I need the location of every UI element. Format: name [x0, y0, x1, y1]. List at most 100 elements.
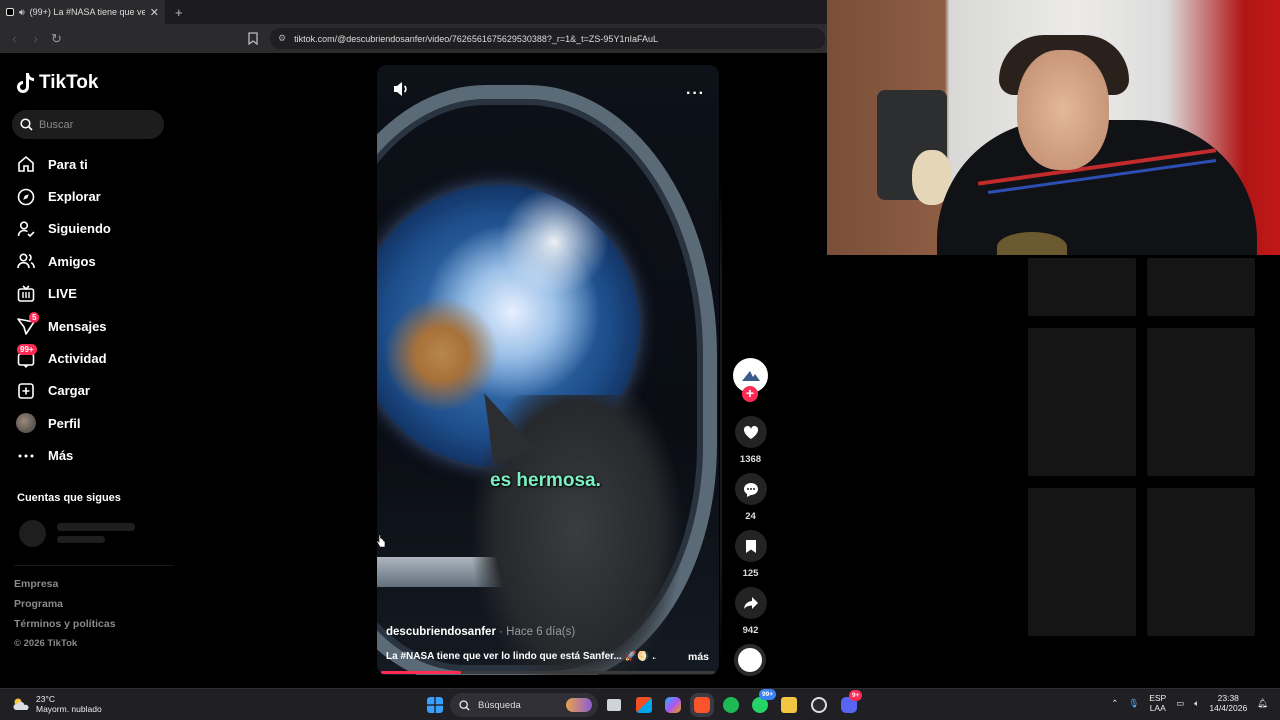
close-tab-icon[interactable]: ✕	[150, 6, 159, 19]
brave-browser-icon[interactable]	[694, 697, 710, 713]
grid-skeleton-cell	[1147, 258, 1255, 316]
live-icon	[17, 285, 35, 302]
comment-count: 24	[745, 511, 756, 522]
share-count: 942	[742, 625, 759, 636]
author-name[interactable]: descubriendosanfer	[386, 626, 496, 638]
spotify-icon[interactable]	[723, 697, 739, 713]
like-action[interactable]: 1368	[733, 416, 768, 465]
video-player[interactable]: ··· es hermosa. descubriendosanfer · Hac…	[377, 65, 719, 675]
weather-widget[interactable]: 23°C Mayorm. nublado	[12, 694, 102, 714]
share-action[interactable]: 942	[733, 587, 768, 636]
save-action[interactable]: 125	[733, 530, 768, 579]
weather-description: Mayorm. nublado	[36, 704, 102, 714]
clock-date: 14/4/2026	[1209, 703, 1248, 713]
browser-tab[interactable]: 🔊︎ (99+) La #NASA tiene que ver lo lindo…	[0, 0, 165, 24]
like-button[interactable]	[734, 416, 767, 448]
task-view-icon[interactable]	[607, 699, 621, 711]
creator-logo-icon	[741, 370, 760, 381]
search-input[interactable]	[39, 118, 159, 131]
footer-link-company[interactable]: Empresa	[14, 577, 116, 597]
search-box[interactable]	[12, 110, 164, 139]
sidebar-item-label: Cargar	[48, 383, 90, 399]
friends-icon	[17, 253, 35, 269]
sidebar-item-label: Perfil	[48, 415, 81, 431]
share-button[interactable]	[734, 587, 767, 619]
account-skeleton-line	[57, 536, 105, 543]
sidebar-item-mensajes[interactable]: 5 Mensajes	[16, 310, 176, 342]
comment-button[interactable]	[734, 473, 767, 505]
grid-skeleton-cell	[1147, 488, 1255, 636]
hand-cursor-icon	[376, 534, 386, 548]
sidebar-nav: Para ti Explorar Siguiendo Amigos LIVE 5…	[16, 148, 176, 472]
microphone-icon[interactable]: 🎙︎	[1128, 698, 1139, 709]
windows-start-icon[interactable]	[427, 697, 443, 713]
post-time: · Hace 6 día(s)	[499, 626, 576, 638]
tiktok-logo[interactable]: TikTok	[17, 72, 98, 94]
copilot-icon[interactable]	[665, 697, 681, 713]
webcam-face	[1017, 50, 1109, 170]
volume-icon[interactable]	[391, 79, 411, 99]
save-button[interactable]	[734, 530, 767, 562]
site-info-icon[interactable]: ⚙︎	[278, 33, 286, 44]
discord-icon[interactable]: 9+	[841, 690, 863, 713]
tab-title: (99+) La #NASA tiene que ver lo lindo	[29, 7, 145, 17]
tiktok-favicon-icon	[6, 8, 14, 16]
avatar	[16, 413, 36, 434]
video-progress-bar[interactable]	[381, 671, 715, 674]
bookmark-icon[interactable]	[248, 32, 258, 45]
compass-icon	[17, 188, 35, 205]
video-description: La #NASA tiene que ver lo lindo que está…	[386, 651, 656, 662]
upload-icon	[18, 383, 34, 399]
network-icon[interactable]: ▭	[1176, 698, 1184, 709]
messages-badge: 5	[29, 311, 40, 323]
sidebar-divider	[14, 565, 174, 566]
notification-bell-icon[interactable]: 🔔︎	[1257, 698, 1268, 709]
search-icon	[20, 118, 33, 131]
music-disc-icon[interactable]	[734, 644, 766, 676]
webcam-mate-cup	[997, 232, 1067, 255]
whatsapp-badge: 99+	[759, 689, 777, 700]
expand-description-button[interactable]: más	[688, 651, 709, 663]
whatsapp-icon[interactable]: 99+	[752, 689, 777, 713]
back-icon[interactable]: ‹	[4, 31, 25, 46]
sidebar-item-label: Más	[48, 448, 74, 464]
sidebar-item-siguiendo[interactable]: Siguiendo	[16, 213, 176, 245]
bookmark-save-icon	[745, 539, 756, 553]
sidebar-item-perfil[interactable]: Perfil	[16, 407, 176, 439]
footer-link-terms[interactable]: Términos y políticas	[14, 617, 116, 637]
comment-action[interactable]: 24	[733, 473, 768, 522]
volume-tray-icon[interactable]: 🔈︎	[1194, 698, 1199, 709]
clock[interactable]: 23:38 14/4/2026	[1209, 693, 1247, 713]
url-field[interactable]: ⚙︎ tiktok.com/@descubriendosanfer/video/…	[270, 28, 825, 49]
video-caption-overlay: es hermosa.	[490, 470, 601, 491]
sidebar-item-amigos[interactable]: Amigos	[16, 245, 176, 277]
share-icon	[743, 597, 758, 609]
sidebar-item-actividad[interactable]: 99+ Actividad	[16, 342, 176, 374]
forward-icon[interactable]: ›	[25, 31, 46, 46]
taskbar-search[interactable]: Búsqueda	[450, 693, 598, 717]
account-skeleton-avatar	[19, 520, 46, 547]
new-tab-icon[interactable]: +	[175, 5, 183, 20]
obs-icon[interactable]	[811, 697, 827, 713]
follow-plus-icon[interactable]: +	[742, 386, 758, 402]
sidebar-item-live[interactable]: LIVE	[16, 278, 176, 310]
more-dots-icon	[18, 454, 34, 458]
file-explorer-icon[interactable]	[781, 697, 797, 713]
speaker-icon[interactable]: 🔊︎	[19, 7, 25, 18]
save-count: 125	[742, 568, 759, 579]
sidebar-item-mas[interactable]: Más	[16, 440, 176, 472]
language-indicator[interactable]: ESP LAA	[1149, 693, 1166, 713]
sidebar-item-explorar[interactable]: Explorar	[16, 180, 176, 212]
reload-icon[interactable]: ↻	[46, 31, 67, 47]
sidebar-item-cargar[interactable]: Cargar	[16, 375, 176, 407]
chevron-up-icon[interactable]: ⌃	[1111, 698, 1118, 709]
sidebar-item-label: Amigos	[48, 253, 96, 269]
footer-link-program[interactable]: Programa	[14, 597, 116, 617]
grid-skeleton-cell	[1028, 488, 1136, 636]
store-app-icon[interactable]	[636, 697, 652, 713]
more-options-icon[interactable]: ···	[686, 85, 705, 103]
like-count: 1368	[739, 454, 762, 465]
sidebar-item-para-ti[interactable]: Para ti	[16, 148, 176, 180]
account-skeleton-line	[57, 523, 135, 531]
weather-text: 23°C Mayorm. nublado	[36, 694, 102, 714]
